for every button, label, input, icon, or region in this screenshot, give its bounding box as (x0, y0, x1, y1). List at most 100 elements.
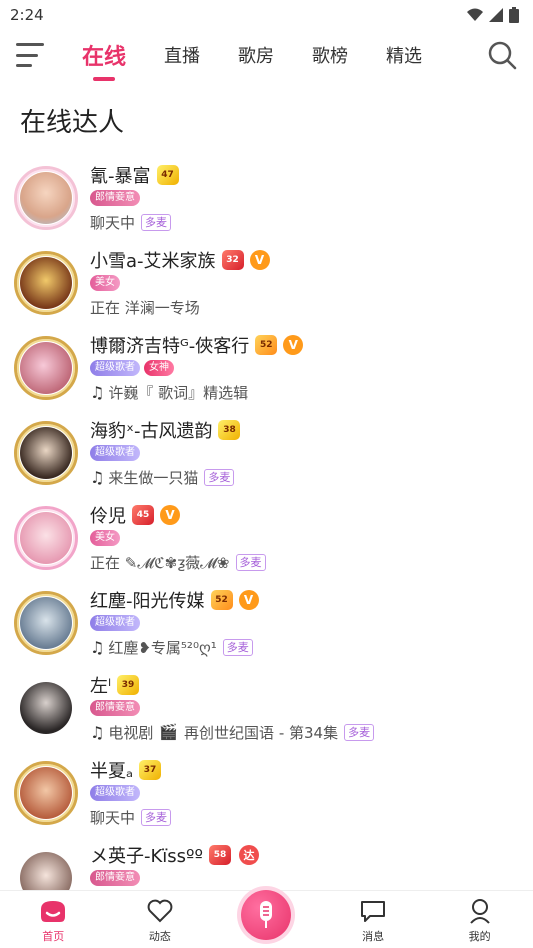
list-item[interactable]: 博爾济吉特ᴳ-俠客行 52 V 超级歌者 女神 ♫ 许巍『 歌词』精选辑 (0, 328, 533, 413)
avatar[interactable] (14, 421, 78, 485)
title-badge: 女神 (144, 360, 174, 376)
signal-icon (489, 8, 503, 22)
title-badge: 美女 (90, 275, 120, 291)
music-note-icon: ♫ (90, 637, 105, 657)
wifi-icon (467, 8, 483, 21)
title-badge: 超级歌者 (90, 785, 140, 801)
level-badge: 47 (156, 165, 179, 185)
user-status: 聊天中 (90, 808, 136, 827)
heart-icon (146, 897, 174, 925)
level-badge: 37 (139, 760, 162, 780)
nav-label: 消息 (362, 930, 385, 943)
avatar[interactable] (14, 336, 78, 400)
multi-mic-tag: 多麦 (141, 808, 172, 826)
tab-bar: 在线 直播 歌房 歌榜 精选 (82, 39, 487, 71)
vip-badge: V (160, 505, 180, 525)
vip-badge: V (238, 590, 259, 610)
status-time: 2:24 (10, 6, 44, 24)
user-name: 氰-暴富 (90, 166, 151, 187)
home-icon (39, 897, 67, 925)
list-item[interactable]: 伶児 45 V 美女 正在 ✎𝓜ℭ✾ƺ薇𝓜❀ 多麦 (0, 498, 533, 583)
nav-mic[interactable] (231, 890, 301, 944)
clapperboard-icon: 🎬 (159, 723, 179, 741)
list-item[interactable]: 海豹ˣ-古风遗韵 38 超级歌者 ♫ 来生做一只猫 多麦 (0, 413, 533, 498)
user-name: 海豹ˣ-古风遗韵 (90, 421, 213, 442)
status-icons (467, 7, 519, 23)
tab-song-chart[interactable]: 歌榜 (312, 42, 348, 68)
title-badge: 郎情妾意 (90, 190, 140, 206)
nav-label: 动态 (148, 930, 171, 943)
list-item[interactable]: 红塵-阳光传媒 52 V 超级歌者 ♫ 红塵❥专属⁵²⁰ღ¹ 多麦 (0, 583, 533, 668)
level-badge: 45 (132, 505, 154, 525)
user-status: 电视剧 (108, 723, 154, 742)
user-name: 小雪a-艾米家族 (90, 251, 216, 272)
user-status: 许巍『 歌词』精选辑 (108, 383, 249, 402)
title-badge: 超级歌者 (90, 615, 140, 631)
list-item[interactable]: 氰-暴富 47 郎情妾意 聊天中 多麦 (0, 158, 533, 243)
user-status: 聊天中 (90, 213, 136, 232)
vip-badge: V (283, 335, 304, 355)
menu-icon[interactable] (16, 43, 44, 67)
tab-live[interactable]: 直播 (164, 42, 200, 68)
bottom-nav: 首页 动态 消息 我的 (0, 890, 533, 948)
avatar[interactable] (14, 166, 78, 230)
music-note-icon: ♫ (90, 382, 105, 402)
user-status: 正在 洋澜一专场 (90, 298, 200, 317)
user-status: 来生做一只猫 (108, 468, 199, 487)
title-badge: 美女 (90, 530, 120, 546)
level-badge: 52 (210, 590, 233, 610)
avatar[interactable] (16, 678, 76, 738)
multi-mic-tag: 多麦 (235, 553, 266, 571)
tab-featured[interactable]: 精选 (386, 42, 422, 68)
user-status: 正在 ✎𝓜ℭ✾ƺ薇𝓜❀ (90, 553, 230, 572)
nav-label: 我的 (468, 930, 491, 943)
user-name: 半夏ₐ (90, 761, 134, 782)
avatar[interactable] (14, 761, 78, 825)
nav-profile[interactable]: 我的 (445, 897, 515, 944)
list-item[interactable]: 小雪a-艾米家族 32 V 美女 正在 洋澜一专场 (0, 243, 533, 328)
nav-messages[interactable]: 消息 (338, 897, 408, 944)
section-title: 在线达人 (20, 108, 125, 138)
top-nav: 在线 直播 歌房 歌榜 精选 (0, 30, 533, 80)
status-bar: 2:24 (0, 0, 533, 30)
tab-online[interactable]: 在线 (82, 39, 126, 71)
search-icon[interactable] (487, 40, 517, 70)
tab-song-room[interactable]: 歌房 (238, 42, 274, 68)
chat-bubble-icon (359, 897, 387, 925)
level-badge: 32 (221, 250, 244, 270)
user-name: 伶児 (90, 506, 126, 527)
nav-label: 首页 (42, 930, 65, 943)
level-badge: 52 (255, 335, 278, 355)
avatar[interactable] (14, 591, 78, 655)
title-badge: 超级歌者 (90, 360, 140, 376)
multi-mic-tag: 多麦 (344, 723, 375, 741)
level-badge: 39 (117, 675, 139, 695)
nav-home[interactable]: 首页 (18, 897, 88, 944)
user-name: 红塵-阳光传媒 (90, 591, 205, 612)
microphone-icon (241, 890, 292, 940)
title-badge: 超级歌者 (90, 445, 140, 461)
nav-feed[interactable]: 动态 (125, 897, 195, 944)
level-badge: 58 (209, 845, 232, 865)
music-note-icon: ♫ (90, 722, 105, 742)
battery-icon (509, 7, 519, 23)
user-name: 博爾济吉特ᴳ-俠客行 (90, 336, 250, 357)
user-status-extra: 再创世纪国语 - 第34集 (184, 723, 339, 742)
user-name: メ英子-Kïssºº (90, 846, 204, 867)
da-badge: 达 (239, 845, 260, 865)
title-badge: 郎情妾意 (90, 870, 140, 886)
level-badge: 38 (218, 420, 241, 440)
multi-mic-tag: 多麦 (141, 213, 172, 231)
list-item[interactable]: 左ˡ 39 郎情妾意 ♫ 电视剧 🎬 再创世纪国语 - 第34集 多麦 (0, 668, 533, 753)
title-badge: 郎情妾意 (90, 700, 140, 716)
user-status: 红塵❥专属⁵²⁰ღ¹ (108, 638, 217, 657)
vip-badge: V (249, 250, 270, 270)
avatar[interactable] (14, 251, 78, 315)
avatar[interactable] (14, 506, 78, 570)
music-note-icon: ♫ (90, 467, 105, 487)
list-item[interactable]: 半夏ₐ 37 超级歌者 聊天中 多麦 (0, 753, 533, 838)
user-name: 左ˡ (90, 676, 111, 697)
multi-mic-tag: 多麦 (222, 638, 253, 656)
user-list: 氰-暴富 47 郎情妾意 聊天中 多麦 小雪a-艾米家族 32 V 美女 正在 洋澜一专… (0, 158, 533, 923)
user-icon (466, 897, 494, 925)
